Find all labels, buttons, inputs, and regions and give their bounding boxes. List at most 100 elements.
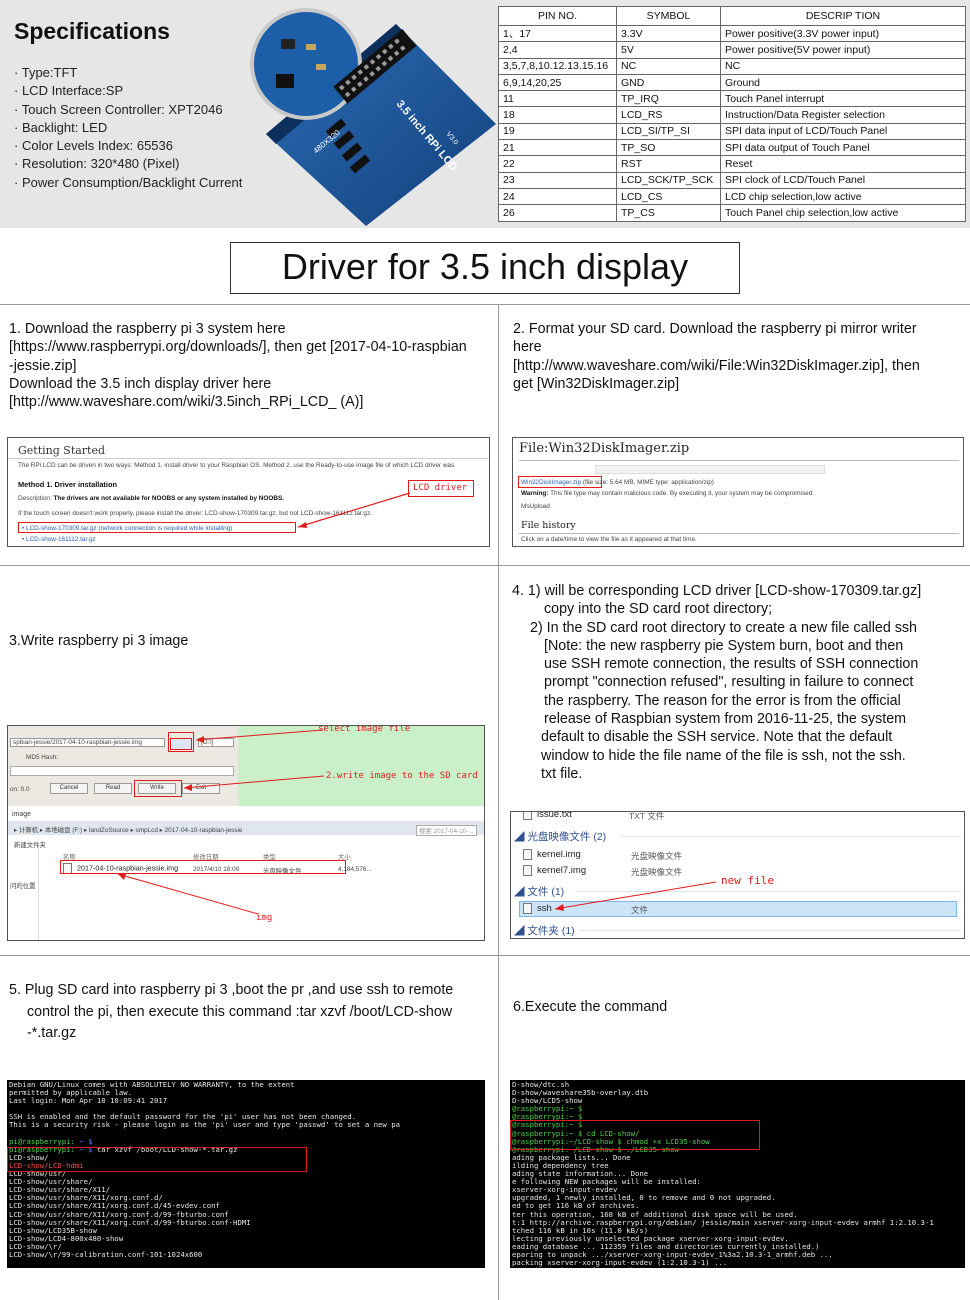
pin-table-row: 18 LCD_RS Instruction/Data Register select… <box>498 106 966 124</box>
step-line: control the pi, then execute this comman… <box>27 1003 453 1020</box>
pin-table-row: 6,9,14,20,25 GND Ground <box>498 73 966 92</box>
step-line: [Note: the new raspberry pie System burn… <box>544 637 904 654</box>
file-history-heading: File history <box>521 520 576 531</box>
pin-number: 21 <box>498 139 617 157</box>
step-6-text: 6.Execute the command <box>513 999 668 1015</box>
page-heading: File:Win32DiskImager.zip <box>519 441 690 456</box>
pin-symbol: TP_SO <box>616 139 721 157</box>
pin-table-row: 23 LCD_SCK/TP_SCK SPI clock of LCD/Touch P… <box>498 171 966 189</box>
sd-card-files-screenshot: issue.txt TXT 文件 ◢ 光盘映像文件 (2) kernel.img… <box>510 811 965 939</box>
pin-symbol: TP_IRQ <box>616 90 721 108</box>
warning-label: Warning: <box>521 490 549 497</box>
pin-symbol: RST <box>616 155 721 173</box>
pin-description: SPI data input of LCD/Touch Panel <box>720 122 966 141</box>
step-line: 1. Download the raspberry pi 3 system he… <box>9 321 286 337</box>
pin-symbol: GND <box>616 73 721 92</box>
pin-description: SPI clock of LCD/Touch Panel <box>720 171 966 189</box>
upload-label: MsUpload <box>521 503 550 510</box>
diskimager-download-screenshot: File:Win32DiskImager.zip Win32DiskImager… <box>512 437 964 547</box>
step-line: [http://www.waveshare.com/wiki/File:Win3… <box>513 357 920 374</box>
step-line: 2) In the SD card root directory to crea… <box>530 619 917 636</box>
pin-symbol: TP_CS <box>616 204 721 222</box>
highlight-box <box>518 476 602 488</box>
pin-description: Touch Panel chip selection,low active <box>720 204 966 222</box>
pin-header-pin: PIN NO. <box>498 6 617 26</box>
divider <box>498 304 499 1300</box>
pin-symbol: 3.3V <box>616 24 721 43</box>
step-line: window to hide the file name of the file… <box>541 747 906 764</box>
highlight-box <box>510 1120 760 1150</box>
divider <box>0 955 970 956</box>
pin-header-symbol: SYMBOL <box>616 6 721 26</box>
spec-item: Type:TFT <box>14 64 242 82</box>
pin-table-row: 24 LCD_CS LCD chip selection,low active <box>498 187 966 206</box>
spec-item: Backlight: LED <box>14 119 242 137</box>
pin-symbol: NC <box>616 57 721 75</box>
pin-number: 2,4 <box>498 41 617 59</box>
pin-description: Power positive(5V power input) <box>720 41 966 59</box>
pin-table-row: 21 TP_SO SPI data output of Touch Panel <box>498 139 966 157</box>
step-line: Download the 3.5 inch display driver her… <box>9 375 272 392</box>
step-line: here <box>513 339 542 356</box>
step-3-text: 3.Write raspberry pi 3 image <box>9 633 189 649</box>
terminal-output: D-show/dtc.sh D-show/waveshare35b-overla… <box>512 1080 934 1268</box>
pin-symbol: LCD_SI/TP_SI <box>616 122 721 141</box>
warning-text: This file type may contain malicious cod… <box>550 490 815 497</box>
step-line: [https://www.raspberrypi.org/downloads/]… <box>9 339 467 356</box>
pin-number: 11 <box>498 90 617 108</box>
step-5-text: 5. Plug SD card into raspberry pi 3 ,boo… <box>9 980 495 1045</box>
spec-item: Power Consumption/Backlight Current <box>14 174 242 192</box>
driver-download-screenshot: Getting Started The RPi LCD can be drive… <box>7 437 490 547</box>
pin-description: Touch Panel interrupt <box>720 90 966 108</box>
step-line: [http://www.waveshare.com/wiki/3.5inch_R… <box>9 394 364 411</box>
callout-arrows <box>117 729 325 915</box>
pin-description: Power positive(3.3V power input) <box>720 24 966 43</box>
step-line: release of Raspbian system from 2016-11-… <box>544 711 907 728</box>
pin-table-row: 11 TP_IRQ Touch Panel interrupt <box>498 90 966 108</box>
step-line: txt file. <box>541 765 583 782</box>
spec-item: LCD Interface:SP <box>14 82 242 100</box>
pin-symbol: LCD_SCK/TP_SCK <box>616 171 721 189</box>
specifications-section: Specifications Type:TFT LCD Interface:SP… <box>0 0 970 228</box>
divider <box>519 460 959 461</box>
spec-list: Type:TFT LCD Interface:SP Touch Screen C… <box>14 64 243 192</box>
file-preview-box <box>595 465 825 474</box>
divider <box>519 533 959 534</box>
pin-symbol: LCD_RS <box>616 106 721 124</box>
step-line: 5. Plug SD card into raspberry pi 3 ,boo… <box>9 982 454 998</box>
spec-item: Resolution: 320*480 (Pixel) <box>14 155 242 173</box>
step-line: get [Win32DiskImager.zip] <box>513 375 680 392</box>
callout-arrow <box>297 492 411 528</box>
pin-symbol: LCD_CS <box>616 187 721 206</box>
pin-table-row: 19 LCD_SI/TP_SI SPI data input of LCD/Touc… <box>498 122 966 141</box>
step-line: the raspberry. The reason for the error … <box>544 692 901 709</box>
pin-description: Ground <box>720 73 966 92</box>
history-note: Click on a date/time to view the file as… <box>521 536 697 543</box>
pin-number: 3,5,7,8,10.12.13.15.16 <box>498 57 617 75</box>
step-line: prompt "connection refused", resulting i… <box>544 674 914 691</box>
file-info: (file size: 5.64 MB, MIME type: applicat… <box>582 479 714 486</box>
pin-description: NC <box>720 57 966 75</box>
divider <box>0 565 970 566</box>
driver-title: Driver for 3.5 inch display <box>230 242 740 294</box>
warning-row: Warning: This file type may contain mali… <box>521 490 814 497</box>
spec-title: Specifications <box>14 18 170 44</box>
pin-table-row: 1、17 3.3V Power positive(3.3V power input) <box>498 24 966 43</box>
divider <box>0 304 970 305</box>
pin-description: Reset <box>720 155 966 173</box>
pin-table-header: PIN NO. SYMBOL DESCRIP TION <box>498 6 966 26</box>
lcd-board-photo: 3.5 inch RPi LCD 480X320 V3.0 <box>250 8 496 226</box>
pin-number: 22 <box>498 155 617 173</box>
pin-description: Instruction/Data Register selection <box>720 106 966 124</box>
image-writer-screenshot: spbian-jessie/2017-04-10-raspbian-jessie… <box>7 725 485 941</box>
step-line: 4. 1) will be corresponding LCD driver [… <box>512 583 922 599</box>
pin-table-row: 3,5,7,8,10.12.13.15.16 NC NC <box>498 57 966 75</box>
spec-item: Touch Screen Controller: XPT2046 <box>14 101 242 119</box>
pin-number: 23 <box>498 171 617 189</box>
pin-header-description: DESCRIP TION <box>720 6 966 26</box>
step-2-text: 2. Format your SD card. Download the ras… <box>513 320 963 393</box>
pin-number: 19 <box>498 122 617 141</box>
step-line: -*.tar.gz <box>27 1025 77 1041</box>
terminal-install: D-show/dtc.sh D-show/waveshare35b-overla… <box>510 1080 965 1268</box>
pin-table: PIN NO. SYMBOL DESCRIP TION 1、17 3.3V Powe… <box>498 6 966 222</box>
